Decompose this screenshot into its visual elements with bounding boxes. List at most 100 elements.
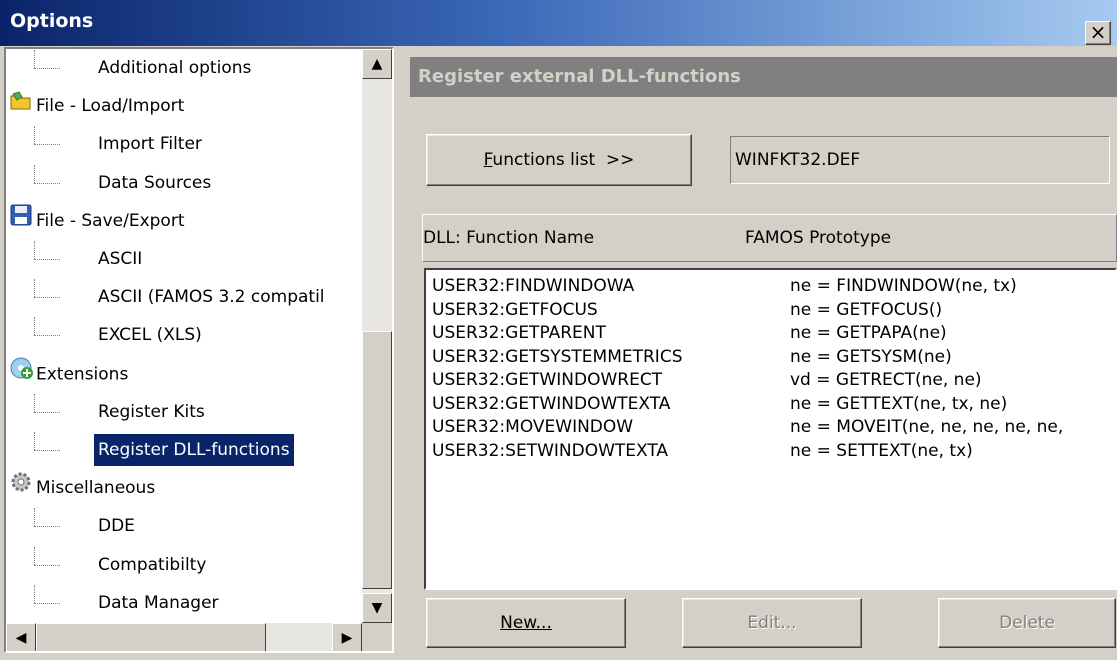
delete-button[interactable]: Delete bbox=[938, 598, 1116, 648]
edit-button[interactable]: Edit... bbox=[682, 598, 862, 648]
tree-item[interactable]: ASCII (FAMOS 3.2 compatil bbox=[98, 279, 325, 315]
arrow-down-icon: ▼ bbox=[371, 600, 383, 616]
delete-button-label: Delete bbox=[999, 613, 1055, 633]
famos-prototype: ne = FINDWINDOW(ne, tx) bbox=[790, 276, 1017, 296]
tree-item[interactable]: Register Kits bbox=[98, 394, 205, 430]
tree-item-label: Register Kits bbox=[98, 401, 205, 422]
tree-connector bbox=[34, 279, 35, 298]
window-title: Options bbox=[10, 10, 94, 32]
extensions-icon bbox=[10, 356, 36, 393]
tree-item-label: Extensions bbox=[36, 364, 129, 385]
tree-item[interactable]: ASCII bbox=[98, 241, 142, 277]
tree-connector bbox=[34, 182, 60, 184]
famos-prototype: ne = GETFOCUS() bbox=[790, 299, 943, 320]
tree-connector bbox=[34, 335, 60, 337]
tree-item[interactable]: File - Save/Export bbox=[10, 203, 185, 239]
tree-item-label: Data Sources bbox=[98, 172, 212, 193]
tree-item[interactable]: DDE bbox=[98, 508, 135, 544]
edit-button-label: Edit... bbox=[747, 613, 797, 633]
floppy-icon bbox=[10, 203, 36, 239]
tree-connector bbox=[34, 317, 35, 336]
tree-item[interactable]: Extensions bbox=[10, 356, 128, 392]
tree-connector bbox=[34, 450, 60, 451]
title-bar: Options × bbox=[0, 0, 1117, 46]
famos-prototype: ne = GETPAPA(ne) bbox=[790, 323, 947, 343]
tree-item-label: Data Manager bbox=[98, 592, 219, 613]
accelerator-key: F bbox=[483, 150, 493, 170]
new-button-label: New... bbox=[500, 613, 552, 633]
tree-item[interactable]: Data Manager bbox=[98, 585, 219, 621]
column-header-famos-prototype[interactable]: FAMOS Prototype bbox=[745, 228, 891, 248]
tree-connector bbox=[34, 526, 60, 528]
panel-header: Register external DLL-functions bbox=[410, 57, 1117, 97]
function-name: USER32:SETWINDOWTEXTA bbox=[432, 440, 669, 461]
function-name: USER32:GETSYSTEMMETRICS bbox=[432, 346, 683, 367]
close-button[interactable]: × bbox=[1085, 21, 1111, 45]
tree-item-label: Register DLL-functions bbox=[94, 434, 294, 466]
function-name: USER32:GETWINDOWRECT bbox=[432, 370, 663, 390]
folder-icon bbox=[10, 88, 36, 124]
tree-connector bbox=[34, 508, 35, 527]
column-header-function-name[interactable]: DLL: Function Name bbox=[423, 228, 594, 248]
tree-connector bbox=[34, 68, 60, 69]
tree-item[interactable]: Compatibilty bbox=[98, 547, 206, 583]
tree-item[interactable]: Register DLL-functions bbox=[94, 432, 294, 468]
tree-connector bbox=[34, 259, 60, 260]
function-name: USER32:GETFOCUS bbox=[432, 299, 598, 320]
tree-item-label: ASCII bbox=[98, 249, 143, 269]
famos-prototype: ne = SETTEXT(ne, tx) bbox=[790, 440, 973, 461]
tree-item[interactable]: EXCEL (XLS) bbox=[98, 317, 202, 353]
def-file-field[interactable]: WINFKT32.DEF bbox=[730, 136, 1110, 184]
tree-connector bbox=[34, 564, 60, 566]
famos-prototype: ne = MOVEIT(ne, ne, ne, ne, ne, bbox=[790, 417, 1064, 437]
tree-vertical-scrollbar[interactable]: ▲ ▼ bbox=[362, 49, 392, 623]
new-button[interactable]: New... bbox=[426, 598, 626, 648]
functions-list[interactable]: USER32:FINDWINDOWA ne = FINDWINDOW(ne, tx… bbox=[424, 268, 1117, 590]
tree-connector bbox=[34, 297, 60, 299]
tree-item-label: EXCEL (XLS) bbox=[98, 325, 202, 346]
function-name: USER32:FINDWINDOWA bbox=[432, 276, 635, 296]
tree-connector bbox=[34, 241, 35, 259]
tree-item[interactable]: Miscellaneous bbox=[10, 470, 155, 506]
function-name: USER32:MOVEWINDOW bbox=[432, 417, 634, 437]
horizontal-scroll-thumb[interactable] bbox=[36, 623, 266, 651]
tree-item[interactable]: Additional options bbox=[98, 50, 251, 86]
tree-horizontal-scrollbar[interactable]: ◀ ▶ bbox=[6, 623, 362, 651]
functions-list-label: Functions list >> bbox=[483, 150, 635, 170]
tree-item-label: Miscellaneous bbox=[36, 478, 156, 499]
arrow-up-icon: ▲ bbox=[371, 56, 383, 72]
tree-connector bbox=[34, 126, 35, 145]
arrow-right-icon: ▶ bbox=[341, 630, 353, 646]
arrow-left-icon: ◀ bbox=[15, 630, 27, 646]
list-header: DLL: Function Name FAMOS Prototype bbox=[422, 214, 1117, 262]
close-icon: × bbox=[1089, 20, 1107, 44]
scroll-left-button[interactable]: ◀ bbox=[6, 623, 36, 651]
tree-item-label: Import Filter bbox=[98, 134, 202, 155]
tree-item-label: DDE bbox=[98, 516, 135, 537]
famos-prototype: ne = GETSYSM(ne) bbox=[790, 346, 952, 367]
tree-connector bbox=[34, 50, 35, 68]
tree-item[interactable]: Import Filter bbox=[98, 126, 202, 162]
tree-connector bbox=[34, 602, 60, 604]
function-name: USER32:GETPARENT bbox=[432, 323, 606, 343]
scroll-up-button[interactable]: ▲ bbox=[362, 49, 392, 79]
tree-connector bbox=[34, 411, 60, 413]
tree-item-label: Additional options bbox=[98, 58, 252, 78]
tree-item[interactable]: Data Sources bbox=[98, 165, 211, 201]
functions-list-button[interactable]: Functions list >> bbox=[426, 134, 692, 186]
tree-item-label: File - Save/Export bbox=[36, 210, 185, 231]
options-tree[interactable]: Additional options File - Load/Import Impo… bbox=[4, 47, 394, 653]
famos-prototype: ne = GETTEXT(ne, tx, ne) bbox=[790, 393, 1008, 414]
tree-item[interactable]: File - Load/Import bbox=[10, 88, 184, 124]
tree-item-label: Compatibilty bbox=[98, 554, 207, 575]
vertical-scroll-thumb[interactable] bbox=[362, 331, 392, 589]
scroll-right-button[interactable]: ▶ bbox=[332, 623, 362, 651]
scroll-down-button[interactable]: ▼ bbox=[362, 593, 392, 623]
gear-icon bbox=[10, 470, 36, 506]
tree-item-label: ASCII (FAMOS 3.2 compatil bbox=[98, 287, 325, 308]
scroll-corner bbox=[362, 623, 392, 651]
tree-connector bbox=[34, 584, 35, 603]
tree-connector bbox=[34, 144, 60, 146]
tree-connector bbox=[34, 164, 35, 183]
tree-item-label: File - Load/Import bbox=[36, 96, 185, 117]
